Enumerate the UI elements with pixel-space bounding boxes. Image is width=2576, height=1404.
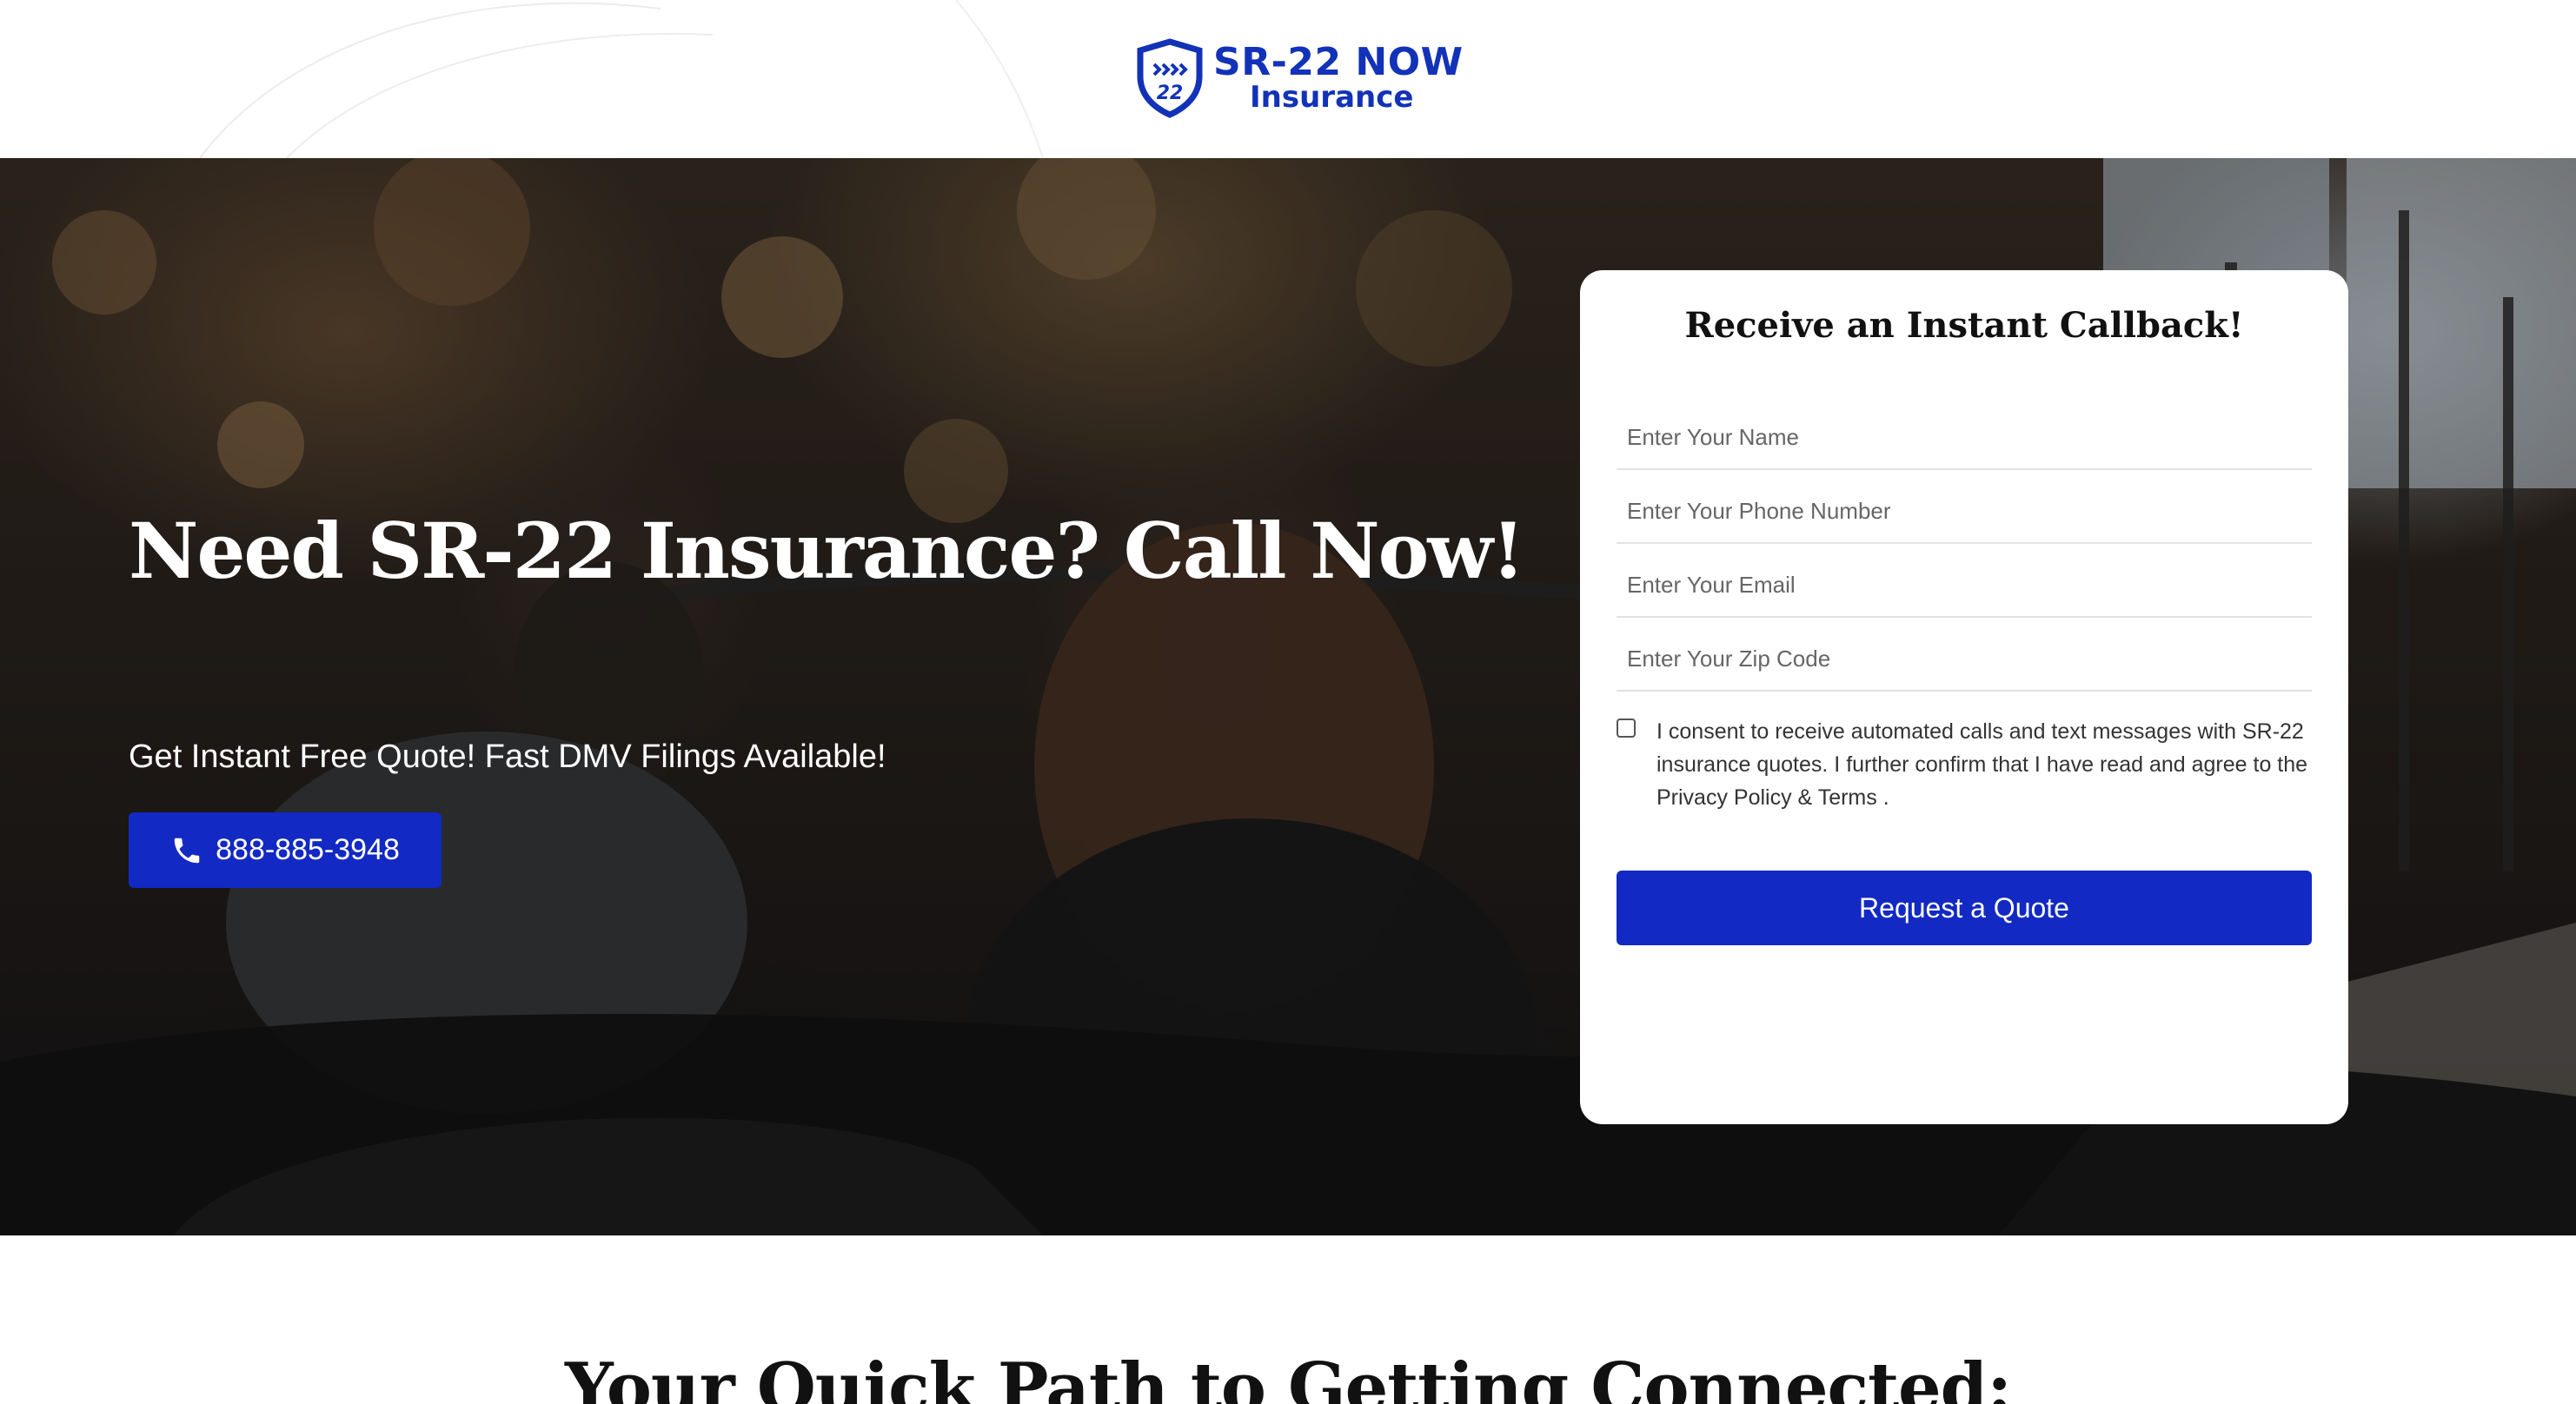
request-quote-button[interactable]: Request a Quote [1617, 871, 2312, 945]
logo-title: SR-22 NOW [1213, 40, 1464, 84]
phone-field-wrapper [1617, 471, 2312, 544]
form-fields-layer: I consent to receive automated calls and… [1580, 270, 2348, 1124]
steps-section: Your Quick Path to Getting Connected: [0, 1235, 2576, 1404]
phone-icon [174, 838, 200, 863]
consent-checkbox[interactable] [1617, 719, 1636, 738]
request-quote-label: Request a Quote [1859, 891, 2069, 924]
hero-title: Need SR-22 Insurance? Call Now! [129, 506, 1525, 596]
phone-input[interactable] [1617, 487, 2312, 535]
logo-subtitle: Insurance [1250, 80, 1414, 115]
email-field-wrapper [1617, 545, 2312, 618]
call-phone-button[interactable]: 888-885-3948 [129, 812, 442, 888]
svg-text:22: 22 [1157, 83, 1184, 104]
zip-input[interactable] [1617, 634, 2312, 683]
section-title: Your Quick Path to Getting Connected: [564, 1348, 2012, 1404]
phone-number-label: 888-885-3948 [216, 833, 400, 866]
name-input[interactable] [1617, 413, 2312, 461]
decorative-lines [199, 0, 1044, 158]
name-field-wrapper [1617, 397, 2312, 470]
consent-text: I consent to receive automated calls and… [1656, 719, 2308, 810]
zip-field-wrapper [1617, 619, 2312, 692]
shield-logo-icon: 22 [1137, 38, 1203, 118]
email-input[interactable] [1617, 560, 2312, 609]
brand-logo[interactable]: 22 SR-22 NOW Insurance [1135, 38, 1463, 118]
hero-subtitle: Get Instant Free Quote! Fast DMV Filings… [129, 738, 886, 775]
site-header: 22 SR-22 NOW Insurance [0, 0, 2576, 158]
